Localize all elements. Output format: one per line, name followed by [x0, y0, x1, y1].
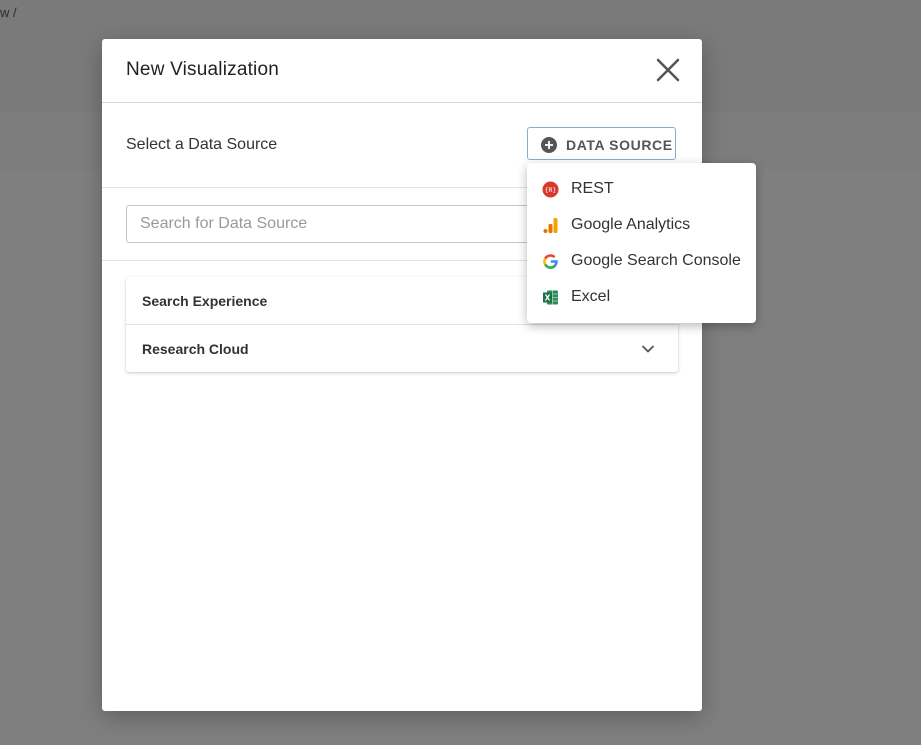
menu-item-label: Google Analytics [571, 216, 691, 233]
new-visualization-modal: New Visualization Select a Data Source D… [102, 39, 702, 711]
group-research-cloud[interactable]: Research Cloud [126, 324, 678, 372]
menu-item-google-search-console[interactable]: Google Search Console [527, 243, 756, 279]
group-label: Search Experience [142, 293, 268, 309]
close-button[interactable] [654, 56, 682, 84]
svg-text:X: X [545, 293, 551, 302]
menu-item-excel[interactable]: X Excel [527, 279, 756, 315]
excel-icon: X [543, 290, 558, 305]
menu-item-google-analytics[interactable]: Google Analytics [527, 207, 756, 243]
rest-icon: {R} [542, 181, 559, 198]
plus-circle-icon [541, 137, 557, 153]
add-data-source-button[interactable]: DATA SOURCE [527, 127, 676, 160]
menu-item-rest[interactable]: {R} REST [527, 171, 756, 207]
modal-header: New Visualization [102, 39, 702, 103]
select-data-source-label: Select a Data Source [126, 136, 278, 153]
google-analytics-icon [543, 218, 558, 233]
close-icon [656, 58, 680, 82]
menu-item-label: Google Search Console [571, 252, 741, 269]
add-data-source-label: DATA SOURCE [566, 137, 673, 153]
modal-title: New Visualization [126, 59, 280, 80]
group-label: Research Cloud [142, 341, 249, 357]
svg-text:{R}: {R} [545, 186, 557, 194]
menu-item-label: REST [571, 180, 614, 197]
google-g-icon [543, 254, 558, 269]
data-source-menu: {R} REST Google Analytics Google Search … [527, 163, 756, 323]
menu-item-label: Excel [571, 288, 611, 305]
chevron-down-icon [642, 345, 654, 353]
